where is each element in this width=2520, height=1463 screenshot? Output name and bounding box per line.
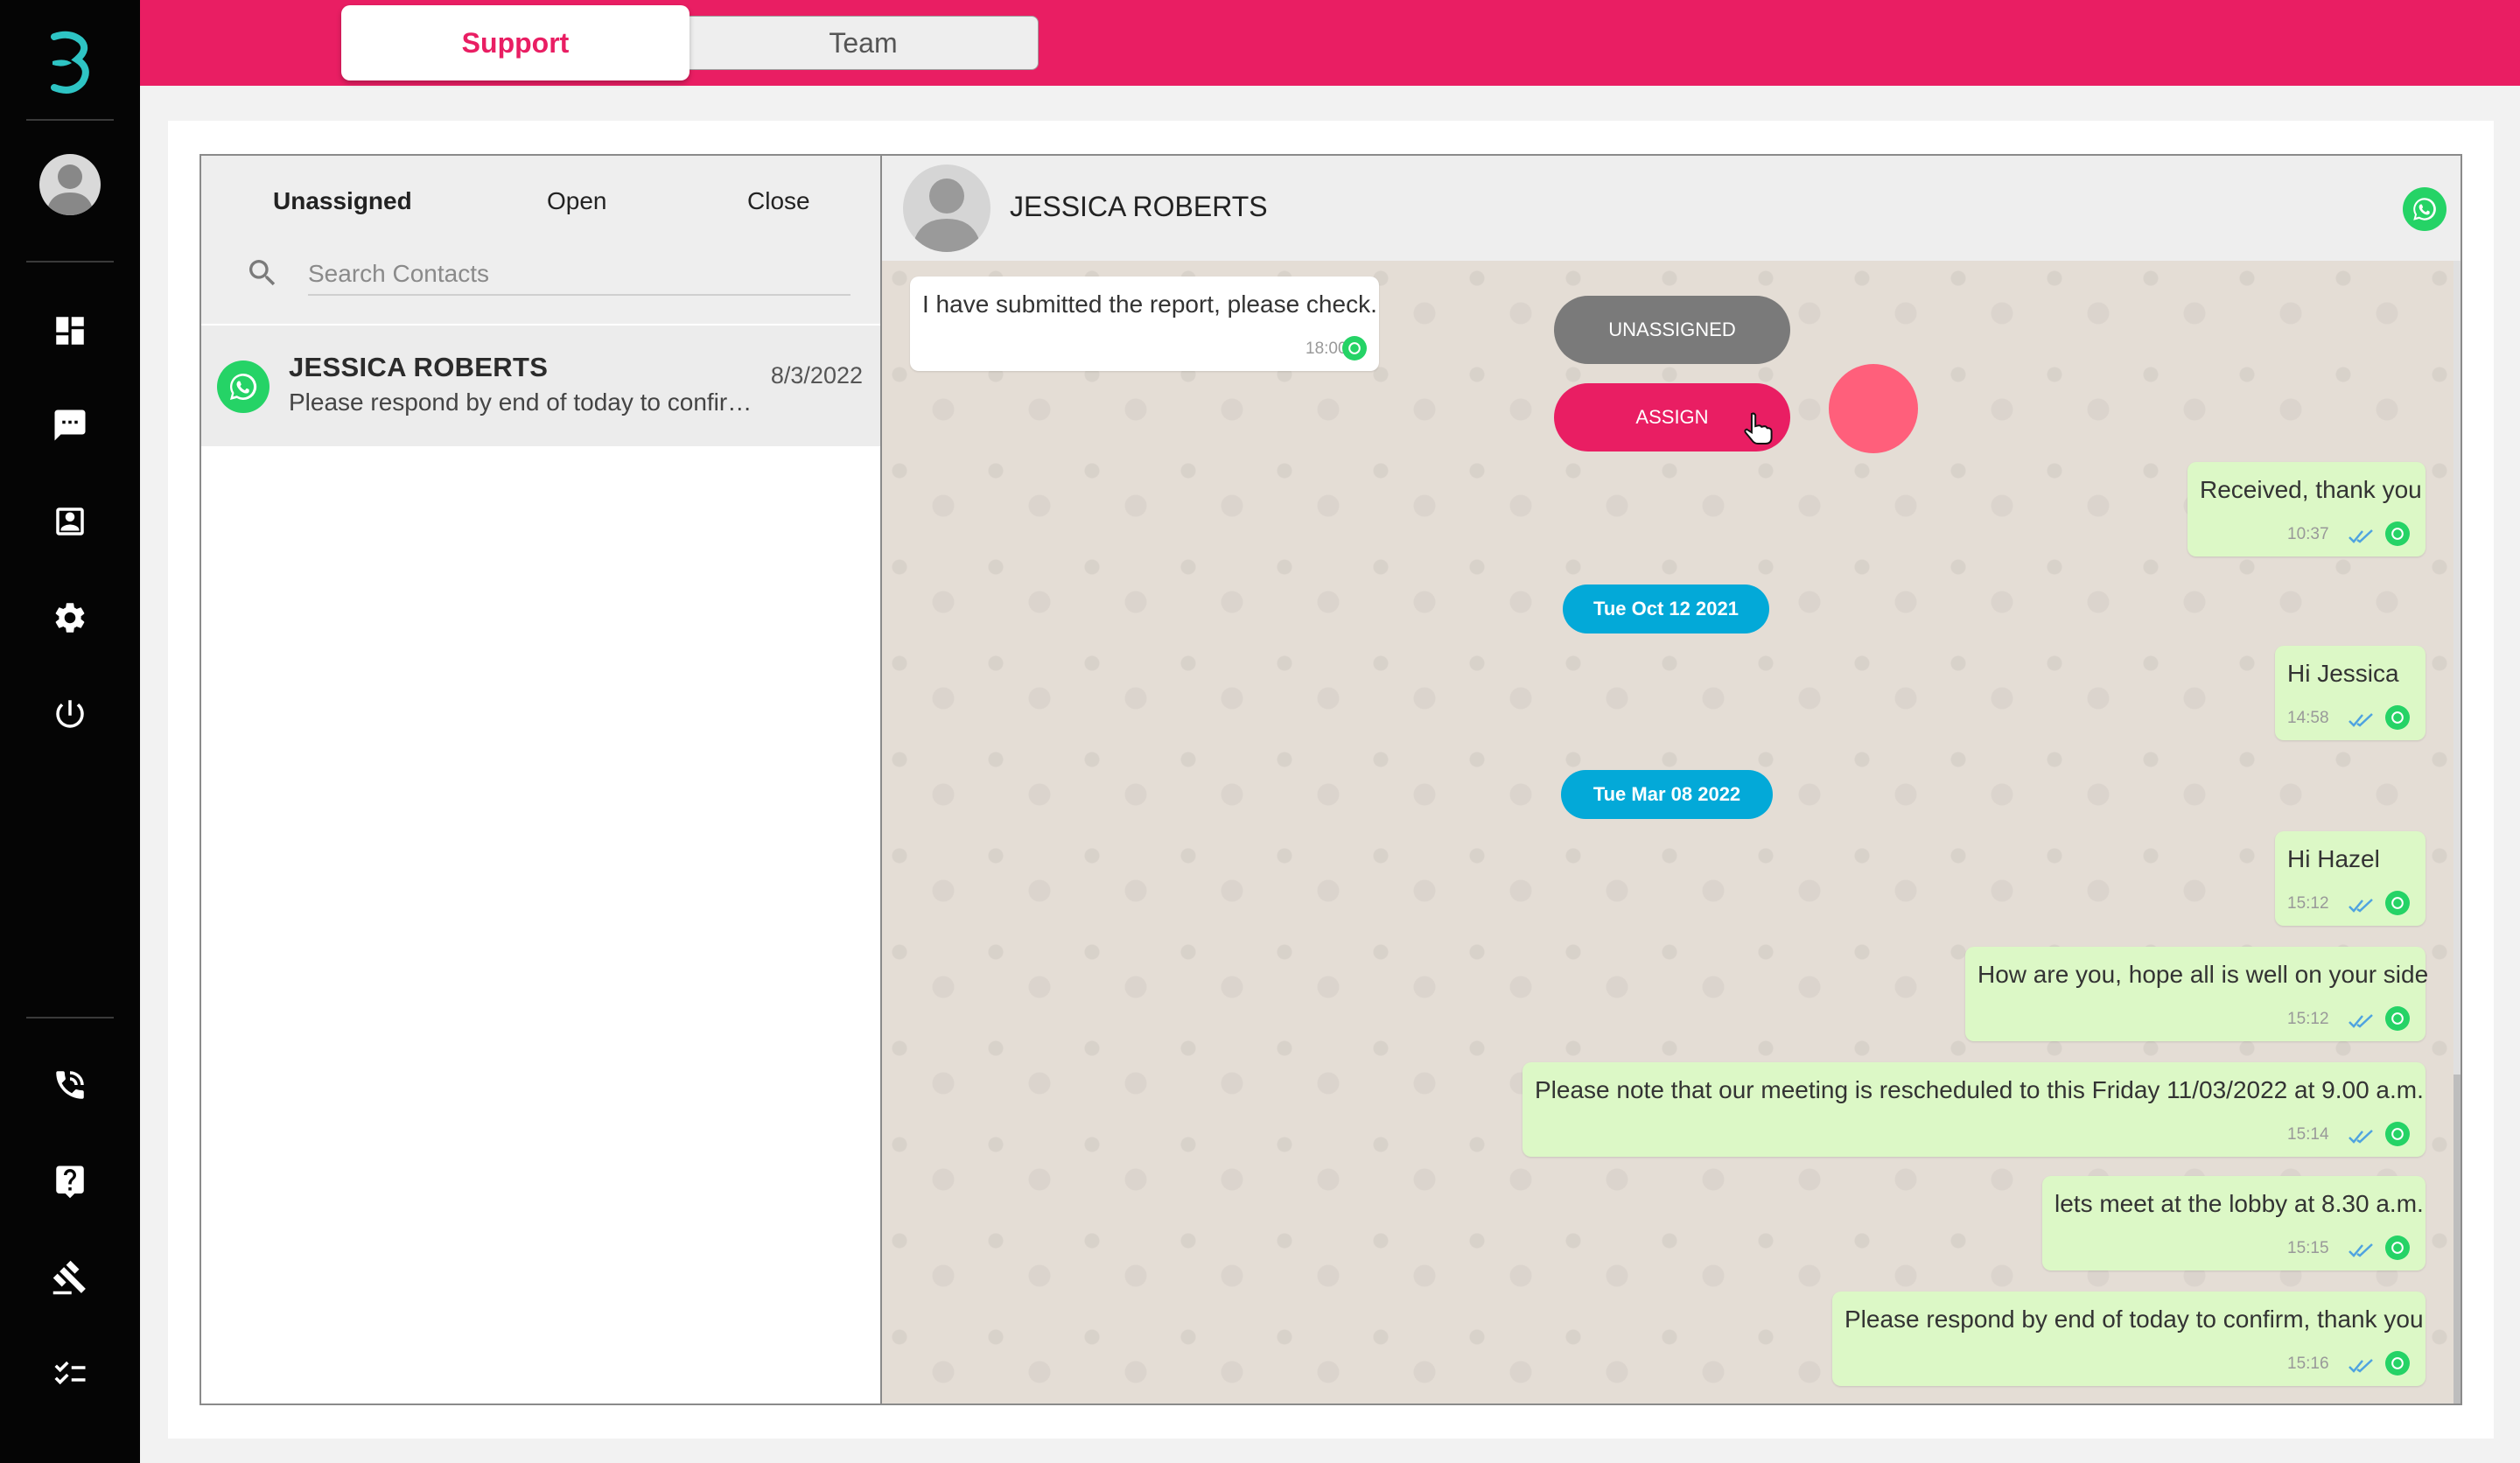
unassigned-button[interactable]: UNASSIGNED	[1554, 296, 1790, 364]
contact-name: JESSICA ROBERTS	[289, 352, 549, 382]
read-receipt-icon	[2348, 713, 2373, 727]
whatsapp-icon	[2385, 1236, 2410, 1260]
message-bubble: Please note that our meeting is reschedu…	[1522, 1062, 2426, 1157]
contact-preview: Please respond by end of today to confir…	[289, 388, 752, 416]
whatsapp-icon	[2385, 1122, 2410, 1146]
message-bubble: lets meet at the lobby at 8.30 a.m. 15:1…	[2042, 1176, 2426, 1270]
message-text: Received, thank you	[2200, 476, 2422, 503]
contact-date: 8/3/2022	[770, 362, 863, 388]
contacts-icon[interactable]	[49, 500, 91, 542]
logo-icon[interactable]	[44, 30, 96, 96]
assign-label: ASSIGN	[1635, 406, 1709, 428]
search-icon[interactable]	[245, 256, 280, 290]
read-receipt-icon	[2348, 529, 2373, 543]
tab-close[interactable]: Close	[747, 187, 810, 215]
message-time: 15:12	[2287, 1010, 2329, 1028]
whatsapp-icon	[2385, 522, 2410, 546]
message-text: I have submitted the report, please chec…	[922, 290, 1377, 318]
top-bar: Team Support	[140, 0, 2520, 86]
help-icon[interactable]	[49, 1160, 91, 1202]
contacts-panel-header: Unassigned Open Close	[201, 156, 880, 324]
unassigned-label: UNASSIGNED	[1608, 318, 1736, 340]
chat-header: JESSICA ROBERTS	[882, 156, 2460, 261]
avatar[interactable]	[903, 164, 990, 252]
whatsapp-icon	[2385, 705, 2410, 730]
whatsapp-icon	[2385, 1351, 2410, 1376]
avatar[interactable]	[39, 154, 101, 215]
message-text: How are you, hope all is well on your si…	[1978, 961, 2429, 988]
read-receipt-icon	[2348, 1130, 2373, 1144]
settings-icon[interactable]	[49, 597, 91, 639]
rail-divider	[26, 1017, 114, 1018]
whatsapp-icon	[2385, 1006, 2410, 1031]
message-time: 15:15	[2287, 1239, 2329, 1257]
dashboard-icon[interactable]	[49, 310, 91, 352]
message-time: 10:37	[2287, 525, 2329, 543]
whatsapp-icon	[1342, 336, 1367, 360]
message-text: Please respond by end of today to confir…	[1844, 1306, 2424, 1333]
scrollbar-thumb[interactable]	[2454, 1074, 2460, 1404]
whatsapp-icon	[2385, 891, 2410, 915]
cursor-icon	[1744, 412, 1773, 444]
message-time: 15:12	[2287, 894, 2329, 913]
message-bubble: Hi Jessica 14:58	[2275, 646, 2426, 740]
message-bubble: Received, thank you 10:37	[2188, 462, 2426, 556]
tab-open[interactable]: Open	[547, 187, 607, 215]
search-input[interactable]	[308, 254, 850, 296]
message-time: 15:14	[2287, 1125, 2329, 1144]
read-receipt-icon	[2348, 1243, 2373, 1257]
click-ripple	[1829, 364, 1918, 453]
chat-messages[interactable]: I have submitted the report, please chec…	[882, 261, 2454, 1404]
tab-label: Team	[829, 26, 898, 59]
whatsapp-icon[interactable]	[2403, 187, 2446, 231]
contacts-panel: Unassigned Open Close JESSICA ROBERTS Pl…	[200, 154, 882, 1405]
phone-transfer-icon[interactable]	[49, 1064, 91, 1106]
message-bubble: Please respond by end of today to confir…	[1832, 1292, 2426, 1386]
tab-label: Support	[461, 26, 570, 59]
read-receipt-icon	[2348, 1014, 2373, 1028]
message-bubble: Hi Hazel 15:12	[2275, 831, 2426, 926]
message-time: 14:58	[2287, 709, 2329, 727]
message-time: 15:16	[2287, 1354, 2329, 1373]
tab-unassigned[interactable]: Unassigned	[273, 187, 412, 215]
power-icon[interactable]	[49, 693, 91, 735]
tab-support[interactable]: Support	[341, 5, 690, 80]
date-separator: Tue Mar 08 2022	[1561, 770, 1773, 819]
checklist-icon[interactable]	[49, 1353, 91, 1395]
rail-divider	[26, 119, 114, 121]
chat-contact-name: JESSICA ROBERTS	[1010, 191, 1268, 222]
message-bubble: How are you, hope all is well on your si…	[1965, 947, 2429, 1041]
message-text: Hi Jessica	[2287, 660, 2399, 687]
chat-panel: JESSICA ROBERTS I have submitted the rep…	[880, 154, 2462, 1405]
gavel-icon[interactable]	[49, 1256, 91, 1298]
message-text: Please note that our meeting is reschedu…	[1535, 1076, 2424, 1103]
message-bubble: I have submitted the report, please chec…	[910, 276, 1379, 371]
rail-divider	[26, 261, 114, 262]
message-time: 18:00	[1306, 340, 1348, 358]
message-text: Hi Hazel	[2287, 845, 2380, 872]
tab-team[interactable]: Team	[688, 16, 1039, 70]
whatsapp-icon	[217, 360, 270, 413]
left-nav-rail	[0, 0, 140, 1463]
date-separator: Tue Oct 12 2021	[1563, 584, 1769, 634]
chat-icon[interactable]	[49, 404, 91, 446]
list-item[interactable]: JESSICA ROBERTS Please respond by end of…	[201, 326, 880, 446]
read-receipt-icon	[2348, 899, 2373, 913]
message-text: lets meet at the lobby at 8.30 a.m.	[2054, 1190, 2424, 1217]
read-receipt-icon	[2348, 1359, 2373, 1373]
